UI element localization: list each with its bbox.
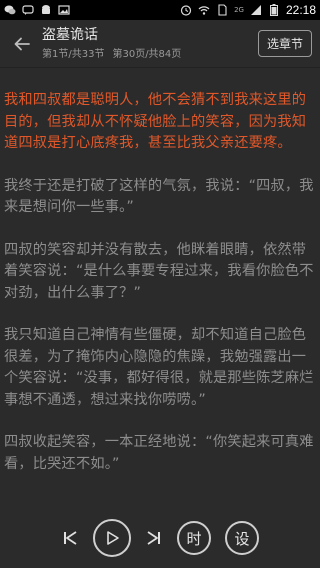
sim-icon (216, 4, 228, 16)
section-info: 第1节/共33节 (42, 49, 105, 60)
page-info: 第30页/共84页 (112, 49, 182, 60)
paragraph: 四叔的笑容却并没有散去，他眯着眼睛，依然带着笑容说：“是什么事要专程过来，我看你… (4, 241, 314, 301)
status-time: 22:18 (285, 3, 316, 17)
battery-icon (268, 4, 280, 16)
playback-controls: 时 设 (0, 508, 320, 568)
progress-info: 第1节/共33节 第30页/共84页 (42, 45, 258, 60)
timer-label: 时 (186, 529, 202, 548)
paragraph-highlighted: 我和四叔都是聪明人，他不会猜不到我来这里的目的，但我却从不怀疑他脸上的笑容，因为… (4, 92, 307, 151)
image-icon (58, 4, 70, 16)
status-bar: 2G 22:18 (0, 0, 320, 20)
play-icon (107, 531, 119, 545)
signal-icon (250, 4, 262, 16)
settings-label: 设 (234, 529, 250, 548)
status-right: 2G 22:18 (180, 3, 316, 17)
back-button[interactable] (8, 30, 36, 58)
timer-button[interactable]: 时 (177, 521, 211, 555)
wechat-icon (4, 4, 16, 16)
settings-button[interactable]: 设 (225, 521, 259, 555)
network-type-label: 2G (234, 6, 244, 14)
chat-icon (22, 4, 34, 16)
reader-header: 盗墓诡话 第1节/共33节 第30页/共84页 选章节 (0, 20, 320, 68)
select-chapter-button[interactable]: 选章节 (257, 30, 312, 57)
reading-content: 我和四叔都是聪明人，他不会猜不到我来这里的目的，但我却从不怀疑他脸上的笑容，因为… (0, 68, 320, 475)
status-left (4, 4, 70, 16)
play-button[interactable] (93, 519, 131, 557)
skip-next-icon (147, 531, 160, 545)
previous-button[interactable] (61, 529, 79, 547)
title-block: 盗墓诡话 第1节/共33节 第30页/共84页 (42, 27, 258, 60)
android-icon (40, 4, 52, 16)
next-button[interactable] (145, 529, 163, 547)
skip-previous-icon (64, 531, 77, 545)
book-title: 盗墓诡话 (42, 27, 98, 43)
wifi-icon (198, 4, 210, 16)
paragraph: 四叔收起笑容，一本正经地说：“你笑起来可真难看，比哭还不如。” (4, 434, 314, 472)
paragraph: 我终于还是打破了这样的气氛，我说：“四叔，我来是想问你一些事。” (4, 177, 314, 216)
alarm-icon (180, 4, 192, 16)
back-arrow-icon (14, 37, 30, 50)
paragraph: 我只知道自己神情有些僵硬，却不知道自己脸色很差，为了掩饰内心隐隐的焦躁，我勉强露… (4, 327, 314, 408)
